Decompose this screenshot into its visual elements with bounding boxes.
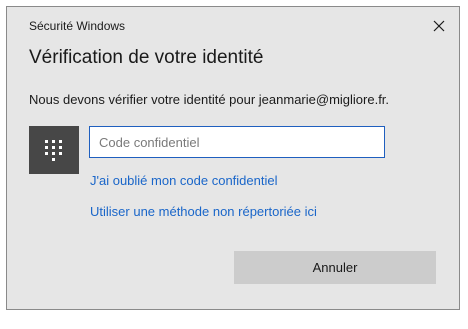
- app-title: Sécurité Windows: [29, 19, 126, 33]
- close-button[interactable]: [427, 15, 451, 37]
- pin-input[interactable]: [89, 126, 385, 158]
- security-dialog: Sécurité Windows Vérification de votre i…: [6, 6, 460, 310]
- forgot-pin-link[interactable]: J'ai oublié mon code confidentiel: [90, 173, 278, 188]
- other-method-link[interactable]: Utiliser une méthode non répertoriée ici: [90, 204, 317, 219]
- close-icon: [433, 20, 445, 32]
- dialog-heading: Vérification de votre identité: [29, 47, 264, 68]
- cancel-button[interactable]: Annuler: [234, 251, 436, 284]
- verification-message: Nous devons vérifier votre identité pour…: [29, 92, 390, 107]
- keypad-icon: [29, 126, 79, 174]
- title-bar: Sécurité Windows: [7, 7, 459, 41]
